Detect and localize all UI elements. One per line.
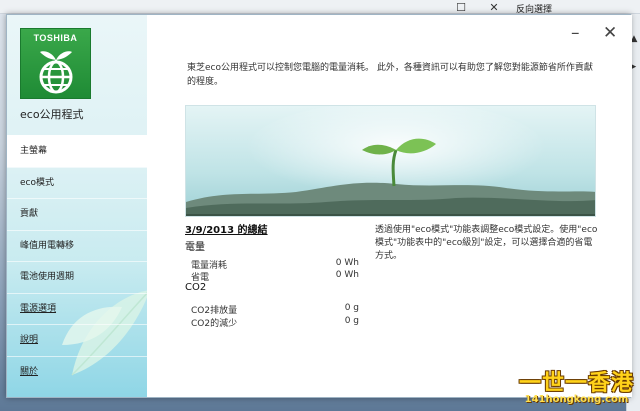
co2-heading: CO2 <box>185 282 207 293</box>
brand-text: TOSHIBA <box>33 33 78 43</box>
stat-value: 0 Wh <box>335 258 359 268</box>
sidebar-item-label: 說明 <box>20 335 39 345</box>
background-close-icon: ✕ <box>489 1 499 14</box>
watermark-url: 141hongkong.com <box>524 394 629 405</box>
electricity-heading: 電量 <box>185 242 205 253</box>
sprout-banner-image <box>185 105 596 217</box>
sidebar-item-peak-shift[interactable]: 峰值用電轉移 <box>7 229 147 262</box>
background-maximize-icon: ☐ <box>456 1 466 14</box>
stat-label: CO2排放量 <box>191 306 238 316</box>
eco-mode-note: 透過使用"eco模式"功能表調整eco模式設定。使用"eco模式"功能表中的"e… <box>375 225 598 261</box>
background-window-titlebar: ☐ ✕ 反向選擇 <box>0 0 640 15</box>
app-name: eco公用程式 <box>20 108 84 121</box>
sidebar-item-eco-mode[interactable]: eco模式 <box>7 166 147 199</box>
sidebar-item-about[interactable]: 關於 <box>7 355 147 388</box>
sidebar-item-label: 主螢幕 <box>20 146 48 156</box>
sidebar-item-label: 貢獻 <box>20 209 39 219</box>
toshiba-eco-logo: TOSHIBA <box>20 28 91 99</box>
sidebar-item-label: 關於 <box>20 366 39 377</box>
stat-value: 0 Wh <box>335 270 359 280</box>
globe-sprout-icon <box>39 51 73 94</box>
intro-text: 東芝eco公用程式可以控制您電腦的電量消耗。 此外，各種資訊可以有助您了解您對能… <box>187 63 593 87</box>
minimize-button[interactable]: – <box>571 25 580 42</box>
stat-row: CO2的減少 0 g <box>191 316 359 329</box>
watermark: 一世一香港 141hongkong.com <box>519 373 634 405</box>
stat-value: 0 g <box>344 303 359 313</box>
sidebar-item-help[interactable]: 說明 <box>7 324 147 356</box>
sidebar-item-power-options[interactable]: 電源選項 <box>7 292 147 325</box>
sprout-illustration-icon <box>186 106 595 216</box>
main-content: – ✕ 東芝eco公用程式可以控制您電腦的電量消耗。 此外，各種資訊可以有助您了… <box>147 15 632 397</box>
stat-row: 省電 0 Wh <box>191 270 359 283</box>
sidebar-item-label: 峰值用電轉移 <box>20 240 75 251</box>
sidebar: TOSHIBA eco公用程式 主螢幕 eco模式 貢獻 峰值用電轉移 電池使用… <box>7 15 147 397</box>
sidebar-item-home[interactable]: 主螢幕 <box>7 135 147 167</box>
stat-row: CO2排放量 0 g <box>191 303 359 316</box>
sidebar-item-contribution[interactable]: 貢獻 <box>7 198 147 230</box>
stat-label: CO2的減少 <box>191 319 238 329</box>
sidebar-nav: 主螢幕 eco模式 貢獻 峰值用電轉移 電池使用週期 電源選項 說明 關於 <box>7 135 147 387</box>
sidebar-item-label: 電池使用週期 <box>20 272 75 282</box>
eco-utility-window: TOSHIBA eco公用程式 主螢幕 eco模式 貢獻 峰值用電轉移 電池使用… <box>6 14 632 398</box>
close-button[interactable]: ✕ <box>603 25 617 42</box>
sidebar-item-label: 電源選項 <box>20 303 57 314</box>
sidebar-item-battery-cycle[interactable]: 電池使用週期 <box>7 261 147 293</box>
sidebar-item-label: eco模式 <box>20 177 54 188</box>
summary-title: 3/9/2013 的總結 <box>185 225 268 236</box>
stat-value: 0 g <box>344 316 359 326</box>
watermark-title: 一世一香港 <box>518 371 634 396</box>
